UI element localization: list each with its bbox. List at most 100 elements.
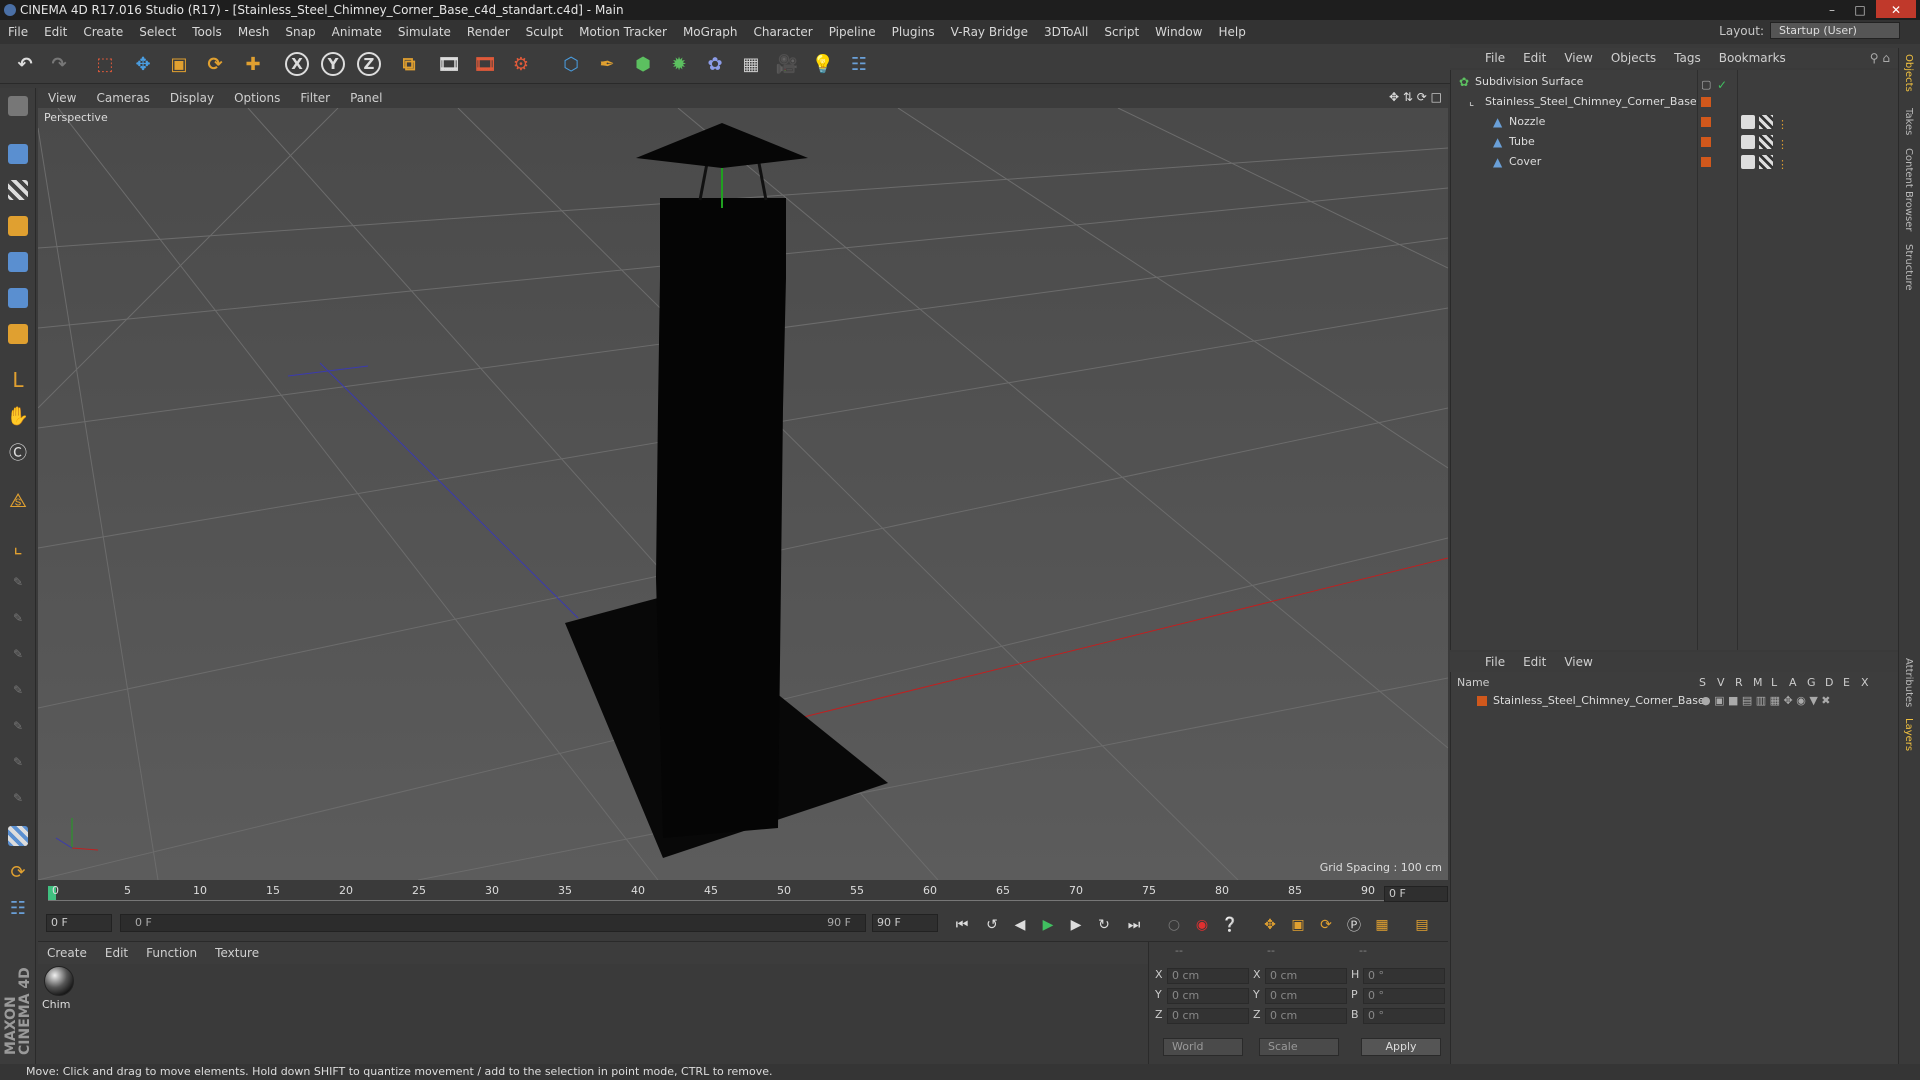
render-view-icon[interactable]: 🎞: [434, 49, 464, 79]
layer-color-swatch[interactable]: [1477, 696, 1487, 706]
axis-mode-icon[interactable]: L: [4, 366, 32, 394]
floor-icon[interactable]: ▦: [736, 49, 766, 79]
tab-content-browser[interactable]: Content Browser: [1903, 148, 1914, 231]
layer-menu-edit[interactable]: Edit: [1514, 655, 1555, 669]
object-row[interactable]: ▲ Tube ⋮: [1451, 132, 1899, 152]
polygons-mode-icon[interactable]: [4, 320, 32, 348]
object-menu-edit[interactable]: Edit: [1514, 51, 1555, 65]
phong-tag-icon[interactable]: [1741, 135, 1755, 149]
model-mode-icon[interactable]: [4, 140, 32, 168]
menu-create[interactable]: Create: [75, 25, 131, 39]
apply-button[interactable]: Apply: [1361, 1038, 1441, 1056]
layer-col-manager[interactable]: M: [1753, 676, 1763, 689]
script-python-icon[interactable]: ☷: [4, 894, 32, 922]
layer-menu-file[interactable]: File: [1476, 655, 1514, 669]
viewport-menu-options[interactable]: Options: [224, 91, 290, 105]
menu-render[interactable]: Render: [459, 25, 518, 39]
layout-select[interactable]: Startup (User): [1770, 22, 1900, 39]
rotation-p-field[interactable]: 0 °: [1363, 988, 1445, 1004]
brush-tool-5-icon[interactable]: ✎: [4, 712, 32, 740]
texture-tag-icon[interactable]: [1759, 155, 1773, 169]
menu-mesh[interactable]: Mesh: [230, 25, 278, 39]
minimize-button[interactable]: –: [1820, 0, 1844, 18]
viewport-menu-filter[interactable]: Filter: [290, 91, 340, 105]
position-z-field[interactable]: 0 cm: [1167, 1008, 1249, 1024]
cloner-icon[interactable]: ✹: [664, 49, 694, 79]
material-menu-edit[interactable]: Edit: [96, 946, 137, 960]
object-row[interactable]: ✿ Subdivision Surface ▢ ✓: [1451, 72, 1899, 92]
coordinate-mode-select[interactable]: World: [1163, 1038, 1243, 1056]
object-name[interactable]: Stainless_Steel_Chimney_Corner_Base: [1485, 92, 1697, 112]
light-icon[interactable]: 💡: [808, 49, 838, 79]
close-button[interactable]: ✕: [1876, 0, 1916, 18]
menu-select[interactable]: Select: [131, 25, 184, 39]
tab-attributes[interactable]: Attributes: [1903, 658, 1914, 707]
live-selection-icon[interactable]: ⬚: [90, 49, 120, 79]
menu-tools[interactable]: Tools: [184, 25, 230, 39]
size-y-field[interactable]: 0 cm: [1265, 988, 1347, 1004]
layer-col-name[interactable]: Name: [1457, 676, 1489, 689]
tweak-mode-icon[interactable]: ✋: [4, 402, 32, 430]
brush-tool-1-icon[interactable]: ✎: [4, 568, 32, 596]
brush-tool-6-icon[interactable]: ✎: [4, 748, 32, 776]
viewport-menu-cameras[interactable]: Cameras: [86, 91, 159, 105]
layer-color-swatch[interactable]: [1701, 117, 1711, 127]
viewport-navigation-icons[interactable]: ✥ ⇅ ⟳ □: [1389, 90, 1442, 104]
redo-icon[interactable]: ↷: [44, 49, 74, 79]
layer-col-generators[interactable]: G: [1807, 676, 1816, 689]
layer-col-deformers[interactable]: D: [1825, 676, 1833, 689]
next-frame-icon[interactable]: ▶: [1064, 914, 1088, 936]
make-editable-icon[interactable]: [4, 92, 32, 120]
x-axis-lock-button[interactable]: X: [282, 49, 312, 79]
render-settings-icon[interactable]: ⚙: [506, 49, 536, 79]
scale-mode-select[interactable]: Scale: [1259, 1038, 1339, 1056]
spline-pen-icon[interactable]: ✒: [592, 49, 622, 79]
scale-tool-icon[interactable]: ▣: [164, 49, 194, 79]
material-menu-texture[interactable]: Texture: [206, 946, 268, 960]
material-menu-create[interactable]: Create: [38, 946, 96, 960]
object-menu-tags[interactable]: Tags: [1665, 51, 1710, 65]
keyframe-selection-icon[interactable]: ❔: [1218, 914, 1242, 936]
object-row[interactable]: ▲ Cover ⋮: [1451, 152, 1899, 172]
key-pla-icon[interactable]: ▦: [1370, 914, 1394, 936]
previous-key-icon[interactable]: ↺: [980, 914, 1004, 936]
play-icon[interactable]: ▶: [1036, 914, 1060, 936]
rotation-h-field[interactable]: 0 °: [1363, 968, 1445, 984]
key-parameter-icon[interactable]: Ⓟ: [1342, 914, 1366, 936]
enabled-check-icon[interactable]: ✓: [1717, 75, 1731, 92]
object-menu-bookmarks[interactable]: Bookmarks: [1710, 51, 1795, 65]
menu-snap[interactable]: Snap: [277, 25, 323, 39]
key-rotation-icon[interactable]: ⟳: [1314, 914, 1338, 936]
z-axis-lock-button[interactable]: Z: [354, 49, 384, 79]
key-scale-icon[interactable]: ▣: [1286, 914, 1310, 936]
menu-character[interactable]: Character: [745, 25, 820, 39]
tab-objects[interactable]: Objects: [1903, 54, 1914, 92]
magnet-icon[interactable]: ⧌: [4, 486, 32, 514]
transform-tool-icon[interactable]: ✚: [238, 49, 268, 79]
menu-motion-tracker[interactable]: Motion Tracker: [571, 25, 675, 39]
timeline-window-icon[interactable]: ▤: [1410, 914, 1434, 936]
menu-file[interactable]: File: [0, 25, 36, 39]
object-menu-objects[interactable]: Objects: [1602, 51, 1665, 65]
menu-edit[interactable]: Edit: [36, 25, 75, 39]
current-frame-field[interactable]: 0 F: [1384, 886, 1448, 902]
menu-3dtoall[interactable]: 3DToAll: [1036, 25, 1096, 39]
texture-tag-icon[interactable]: [1759, 115, 1773, 129]
brush-tool-4-icon[interactable]: ✎: [4, 676, 32, 704]
position-x-field[interactable]: 0 cm: [1167, 968, 1249, 984]
points-mode-icon[interactable]: [4, 248, 32, 276]
viewport-menu-panel[interactable]: Panel: [340, 91, 392, 105]
previous-frame-icon[interactable]: ◀: [1008, 914, 1032, 936]
brush-tool-7-icon[interactable]: ✎: [4, 784, 32, 812]
menu-help[interactable]: Help: [1210, 25, 1253, 39]
layer-col-animation[interactable]: A: [1789, 676, 1797, 689]
menu-window[interactable]: Window: [1147, 25, 1210, 39]
position-y-field[interactable]: 0 cm: [1167, 988, 1249, 1004]
texture-tag-icon[interactable]: [1759, 135, 1773, 149]
layer-col-xref[interactable]: X: [1861, 676, 1869, 689]
go-to-start-icon[interactable]: ⏮: [950, 914, 974, 936]
auto-keying-icon[interactable]: ◉: [1190, 914, 1214, 936]
coordinate-system-icon[interactable]: ⧉: [394, 49, 424, 79]
render-picture-viewer-icon[interactable]: 🎞: [470, 49, 500, 79]
menu-mograph[interactable]: MoGraph: [675, 25, 746, 39]
